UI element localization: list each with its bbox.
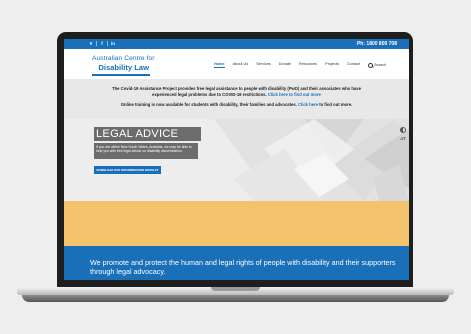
- search-button[interactable]: Search: [367, 62, 386, 68]
- logo-line-1: Australian Centre for: [92, 55, 155, 62]
- nav-donate[interactable]: Donate: [279, 62, 291, 68]
- nav-resources[interactable]: Resources: [299, 62, 317, 68]
- laptop-notch: [211, 287, 260, 291]
- notice-training-text: Online training is now available for stu…: [64, 102, 409, 108]
- nav-services[interactable]: Services: [256, 62, 271, 68]
- notice-training-end: to find out more.: [318, 102, 353, 107]
- social-divider: [96, 41, 97, 46]
- search-label: Search: [373, 63, 386, 67]
- search-icon: [367, 62, 373, 68]
- text-size-icon[interactable]: aT: [400, 136, 406, 141]
- linkedin-icon[interactable]: in: [111, 41, 115, 46]
- mission-section: We promote and protect the human and leg…: [64, 246, 409, 280]
- social-divider: [107, 41, 108, 46]
- nav-projects[interactable]: Projects: [325, 62, 339, 68]
- nav-home[interactable]: Home: [214, 62, 225, 68]
- twitter-icon[interactable]: ¥: [89, 41, 93, 46]
- covid-notice: The Covid-19 Assistance Project provides…: [64, 79, 409, 119]
- nav-about-us[interactable]: About Us: [233, 62, 249, 68]
- orange-band: [64, 201, 409, 246]
- site-header: Australian Centre for Disability Law Hom…: [64, 49, 409, 79]
- top-bar: ¥ f in Ph: 1800 800 708: [64, 39, 409, 49]
- notice-training-link[interactable]: Click here: [298, 102, 318, 107]
- laptop-base-bottom: [22, 295, 449, 302]
- hero-title: LEGAL ADVICE: [94, 127, 201, 141]
- main-nav: Home About Us Services Donate Resources …: [214, 62, 386, 68]
- contrast-icon[interactable]: [400, 127, 406, 133]
- browser-screen: ¥ f in Ph: 1800 800 708 Australian Centr…: [64, 39, 409, 280]
- logo-line-2: Disability Law: [98, 63, 149, 72]
- mission-text: We promote and protect the human and leg…: [90, 258, 396, 276]
- accessibility-tools: aT: [400, 127, 406, 141]
- notice-covid-copy: The Covid-19 Assistance Project provides…: [112, 86, 361, 97]
- notice-training-copy: Online training is now available for stu…: [120, 102, 297, 107]
- notice-covid-link[interactable]: Click here to find out more: [268, 92, 321, 97]
- notice-covid-text: The Covid-19 Assistance Project provides…: [104, 86, 369, 97]
- social-links: ¥ f in: [89, 41, 115, 46]
- download-booklet-button[interactable]: DOWNLOAD OUR DISCRIMINATION BOOKLET: [94, 166, 161, 174]
- hero-section: LEGAL ADVICE If you are within New South…: [64, 119, 409, 201]
- site-logo[interactable]: Australian Centre for Disability Law: [92, 54, 154, 76]
- facebook-icon[interactable]: f: [100, 41, 104, 46]
- phone-number[interactable]: Ph: 1800 800 708: [357, 41, 397, 47]
- hero-description: If you are within New South Wales, Austr…: [94, 143, 198, 159]
- nav-contact[interactable]: Contact: [347, 62, 360, 68]
